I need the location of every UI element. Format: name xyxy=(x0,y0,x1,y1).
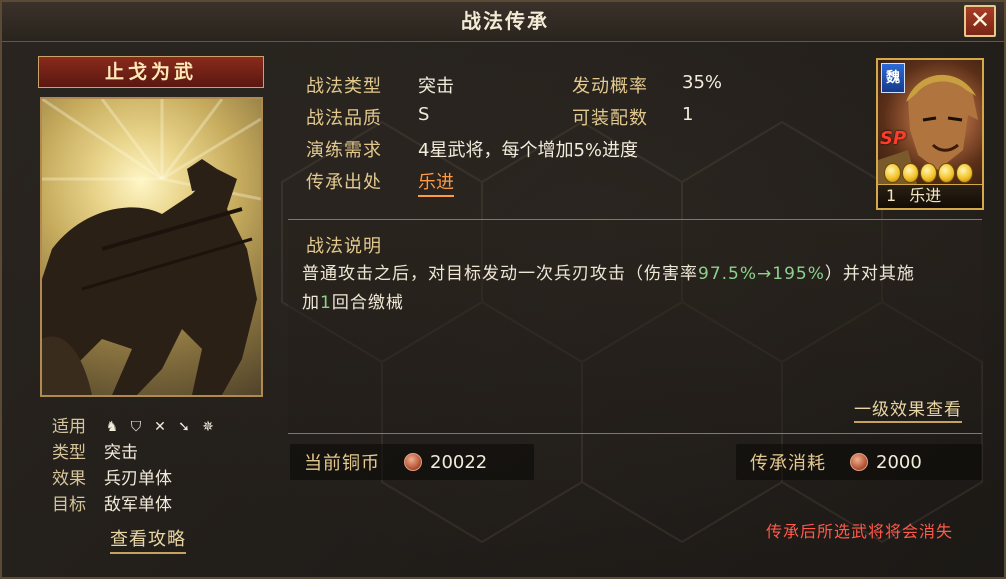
practice-label: 演练需求 xyxy=(306,140,382,161)
damage-rate-highlight: 97.5%→195% xyxy=(698,264,825,284)
meta-row-type: 类型 突击 xyxy=(52,440,216,466)
star-icon xyxy=(956,163,973,183)
current-copper-value: 20022 xyxy=(430,451,488,473)
inherit-cost-label: 传承消耗 xyxy=(750,453,826,474)
star-icon xyxy=(920,163,937,183)
star-icon xyxy=(938,163,955,183)
current-copper-label: 当前铜币 xyxy=(304,453,380,474)
inherit-warning: 传承后所选武将将会消失 xyxy=(766,522,954,541)
star-icon xyxy=(884,163,901,183)
meta-row-apply: 适用 ♞ ⛉ ✕ ➘ ✵ xyxy=(52,414,216,440)
apply-label: 适用 xyxy=(52,417,86,437)
current-copper-box: 当前铜币 20022 xyxy=(290,444,534,480)
trigger-rate-value: 35% xyxy=(682,72,723,93)
info-row-source: 传承出处 xyxy=(306,168,382,194)
view-strategy-link[interactable]: 查看攻略 xyxy=(110,525,186,554)
rounds-highlight: 1 xyxy=(320,293,332,313)
equip-count-value: 1 xyxy=(682,104,694,125)
target-value: 敌军单体 xyxy=(104,495,172,515)
equip-count-label: 可装配数 xyxy=(572,108,648,129)
practice-value: 4星武将，每个增加5%进度 xyxy=(418,140,639,161)
faction-badge: 魏 xyxy=(881,63,905,93)
star-rating xyxy=(884,163,973,183)
skill-inherit-window: 战法传承 ✕ 止戈为武 适用 ♞ ⛉ ✕ ➘ ✵ 类型 突击 效果 兵刃单体 目… xyxy=(0,0,1006,579)
source-general-link[interactable]: 乐进 xyxy=(418,168,454,197)
description-text-part: ）并对其施 xyxy=(824,264,915,284)
description-text-part: 加 xyxy=(302,293,320,313)
general-level: 1 xyxy=(886,186,897,205)
description-text: 普通攻击之后，对目标发动一次兵刃攻击（伤害率97.5%→195%）并对其施 加1… xyxy=(302,260,970,318)
target-label: 目标 xyxy=(52,495,86,515)
general-card[interactable]: 魏 SP 1 乐进 xyxy=(876,58,984,210)
inherit-cost-box: 传承消耗 2000 xyxy=(736,444,982,480)
skill-name-banner: 止戈为武 xyxy=(38,56,264,88)
description-title: 战法说明 xyxy=(306,236,382,257)
info-row-practice: 演练需求 xyxy=(306,136,382,162)
close-button[interactable]: ✕ xyxy=(964,5,996,37)
level-one-effect-link[interactable]: 一级效果查看 xyxy=(854,395,962,423)
skill-quality-value: S xyxy=(418,104,430,125)
general-name: 乐进 xyxy=(909,186,942,205)
wheel-icon: ✵ xyxy=(202,419,214,435)
skill-description-panel: 战法说明 普通攻击之后，对目标发动一次兵刃攻击（伤害率97.5%→195%）并对… xyxy=(288,219,982,434)
copper-coin-icon xyxy=(850,453,868,471)
window-title: 战法传承 xyxy=(461,9,549,33)
inherit-cost-value: 2000 xyxy=(876,451,922,473)
title-bar: 战法传承 ✕ xyxy=(2,2,1004,42)
skill-card-art xyxy=(40,97,263,397)
sp-tag: SP xyxy=(880,128,907,149)
bow-icon: ✕ xyxy=(154,419,166,435)
description-text-part: 普通攻击之后，对目标发动一次兵刃攻击（伤害率 xyxy=(302,264,698,284)
meta-row-target: 目标 敌军单体 xyxy=(52,492,216,518)
copper-coin-icon xyxy=(404,453,422,471)
shield-icon: ⛉ xyxy=(130,419,142,435)
star-icon xyxy=(902,163,919,183)
apply-icons: ♞ ⛉ ✕ ➘ ✵ xyxy=(104,419,216,435)
info-row-type: 战法类型 xyxy=(306,72,382,98)
skill-type-value: 突击 xyxy=(418,76,454,97)
type-label: 类型 xyxy=(52,443,86,463)
general-name-bar: 1 乐进 xyxy=(878,184,982,208)
skill-quality-label: 战法品质 xyxy=(306,108,382,129)
trigger-rate-label: 发动概率 xyxy=(572,76,648,97)
meta-row-effect: 效果 兵刃单体 xyxy=(52,466,216,492)
skill-type-label: 战法类型 xyxy=(306,76,382,97)
spear-icon: ➘ xyxy=(178,419,190,435)
effect-value: 兵刃单体 xyxy=(104,469,172,489)
description-text-part: 回合缴械 xyxy=(331,293,404,313)
cavalry-icon: ♞ xyxy=(105,419,119,435)
cavalry-charge-illustration xyxy=(42,99,261,395)
type-value: 突击 xyxy=(104,443,138,463)
source-label: 传承出处 xyxy=(306,172,382,193)
info-row-quality: 战法品质 xyxy=(306,104,382,130)
effect-label: 效果 xyxy=(52,469,86,489)
skill-meta: 适用 ♞ ⛉ ✕ ➘ ✵ 类型 突击 效果 兵刃单体 目标 敌军单体 xyxy=(52,414,216,518)
